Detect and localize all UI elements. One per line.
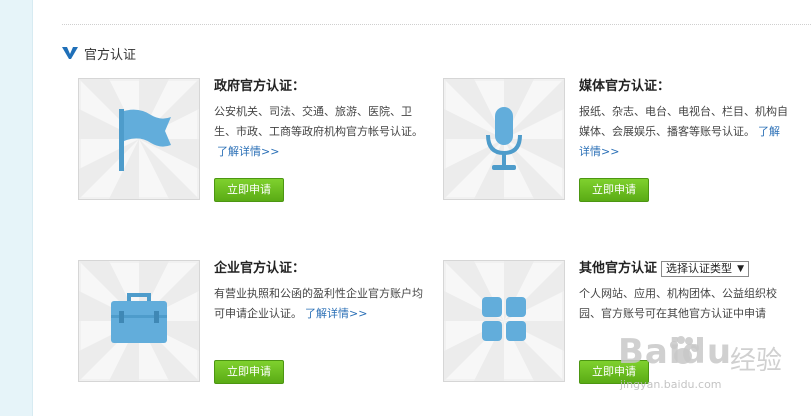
card-info: 企业官方认证： 有营业执照和公函的盈利性企业官方账户均可申请企业认证。 了解详情>… bbox=[214, 260, 424, 324]
select-value: 选择认证类型 bbox=[666, 262, 733, 275]
card-thumbnail bbox=[78, 78, 200, 200]
card-description: 公安机关、司法、交通、旅游、医院、卫生、市政、工商等政府机构官方帐号认证。了解详… bbox=[214, 105, 423, 158]
v-check-icon bbox=[62, 47, 78, 59]
watermark-cn: 经验 bbox=[730, 346, 783, 376]
card-description: 报纸、杂志、电台、电视台、栏目、机构自媒体、会展娱乐、播客等账号认证。 了解详情>… bbox=[579, 105, 788, 158]
card-description: 有营业执照和公函的盈利性企业官方账户均可申请企业认证。 了解详情>> bbox=[214, 287, 423, 320]
card-government: 政府官方认证： 公安机关、司法、交通、旅游、医院、卫生、市政、工商等政府机构官方… bbox=[78, 78, 438, 218]
card-enterprise: 企业官方认证： 有营业执照和公函的盈利性企业官方账户均可申请企业认证。 了解详情>… bbox=[78, 260, 438, 400]
watermark-url: jingyan.baidu.com bbox=[620, 378, 722, 391]
apply-button[interactable]: 立即申请 bbox=[214, 178, 284, 202]
card-title-row: 其他官方认证 选择认证类型 ▼ bbox=[579, 260, 789, 278]
card-title: 政府官方认证： bbox=[214, 79, 306, 94]
certification-type-select[interactable]: 选择认证类型 ▼ bbox=[661, 261, 750, 277]
learn-more-link[interactable]: 了解详情>> bbox=[217, 145, 279, 158]
card-title: 企业官方认证： bbox=[214, 261, 306, 276]
card-title: 媒体官方认证： bbox=[579, 79, 671, 94]
card-info: 其他官方认证 选择认证类型 ▼ 个人网站、应用、机构团体、公益组织校园、官方账号… bbox=[579, 260, 789, 324]
dropdown-arrow-icon: ▼ bbox=[737, 264, 745, 274]
section-title: 官方认证 bbox=[84, 47, 137, 63]
divider bbox=[62, 24, 811, 25]
apply-button[interactable]: 立即申请 bbox=[214, 360, 284, 384]
card-thumbnail bbox=[443, 260, 565, 382]
card-thumbnail bbox=[78, 260, 200, 382]
left-sidebar-strip bbox=[0, 0, 33, 416]
apply-button[interactable]: 立即申请 bbox=[579, 178, 649, 202]
card-thumbnail bbox=[443, 78, 565, 200]
watermark: Baidu 经验 jingyan.baidu.com bbox=[618, 332, 808, 412]
section-header: 官方认证 bbox=[62, 43, 136, 63]
card-description: 个人网站、应用、机构团体、公益组织校园、官方账号可在其他官方认证中申请 bbox=[579, 287, 777, 320]
card-info: 政府官方认证： 公安机关、司法、交通、旅游、医院、卫生、市政、工商等政府机构官方… bbox=[214, 78, 424, 162]
learn-more-link[interactable]: 了解详情>> bbox=[305, 307, 367, 320]
card-title: 其他官方认证 bbox=[579, 261, 658, 276]
card-info: 媒体官方认证： 报纸、杂志、电台、电视台、栏目、机构自媒体、会展娱乐、播客等账号… bbox=[579, 78, 789, 162]
briefcase-icon bbox=[111, 293, 167, 343]
card-media: 媒体官方认证： 报纸、杂志、电台、电视台、栏目、机构自媒体、会展娱乐、播客等账号… bbox=[443, 78, 803, 218]
paw-icon bbox=[670, 336, 699, 364]
